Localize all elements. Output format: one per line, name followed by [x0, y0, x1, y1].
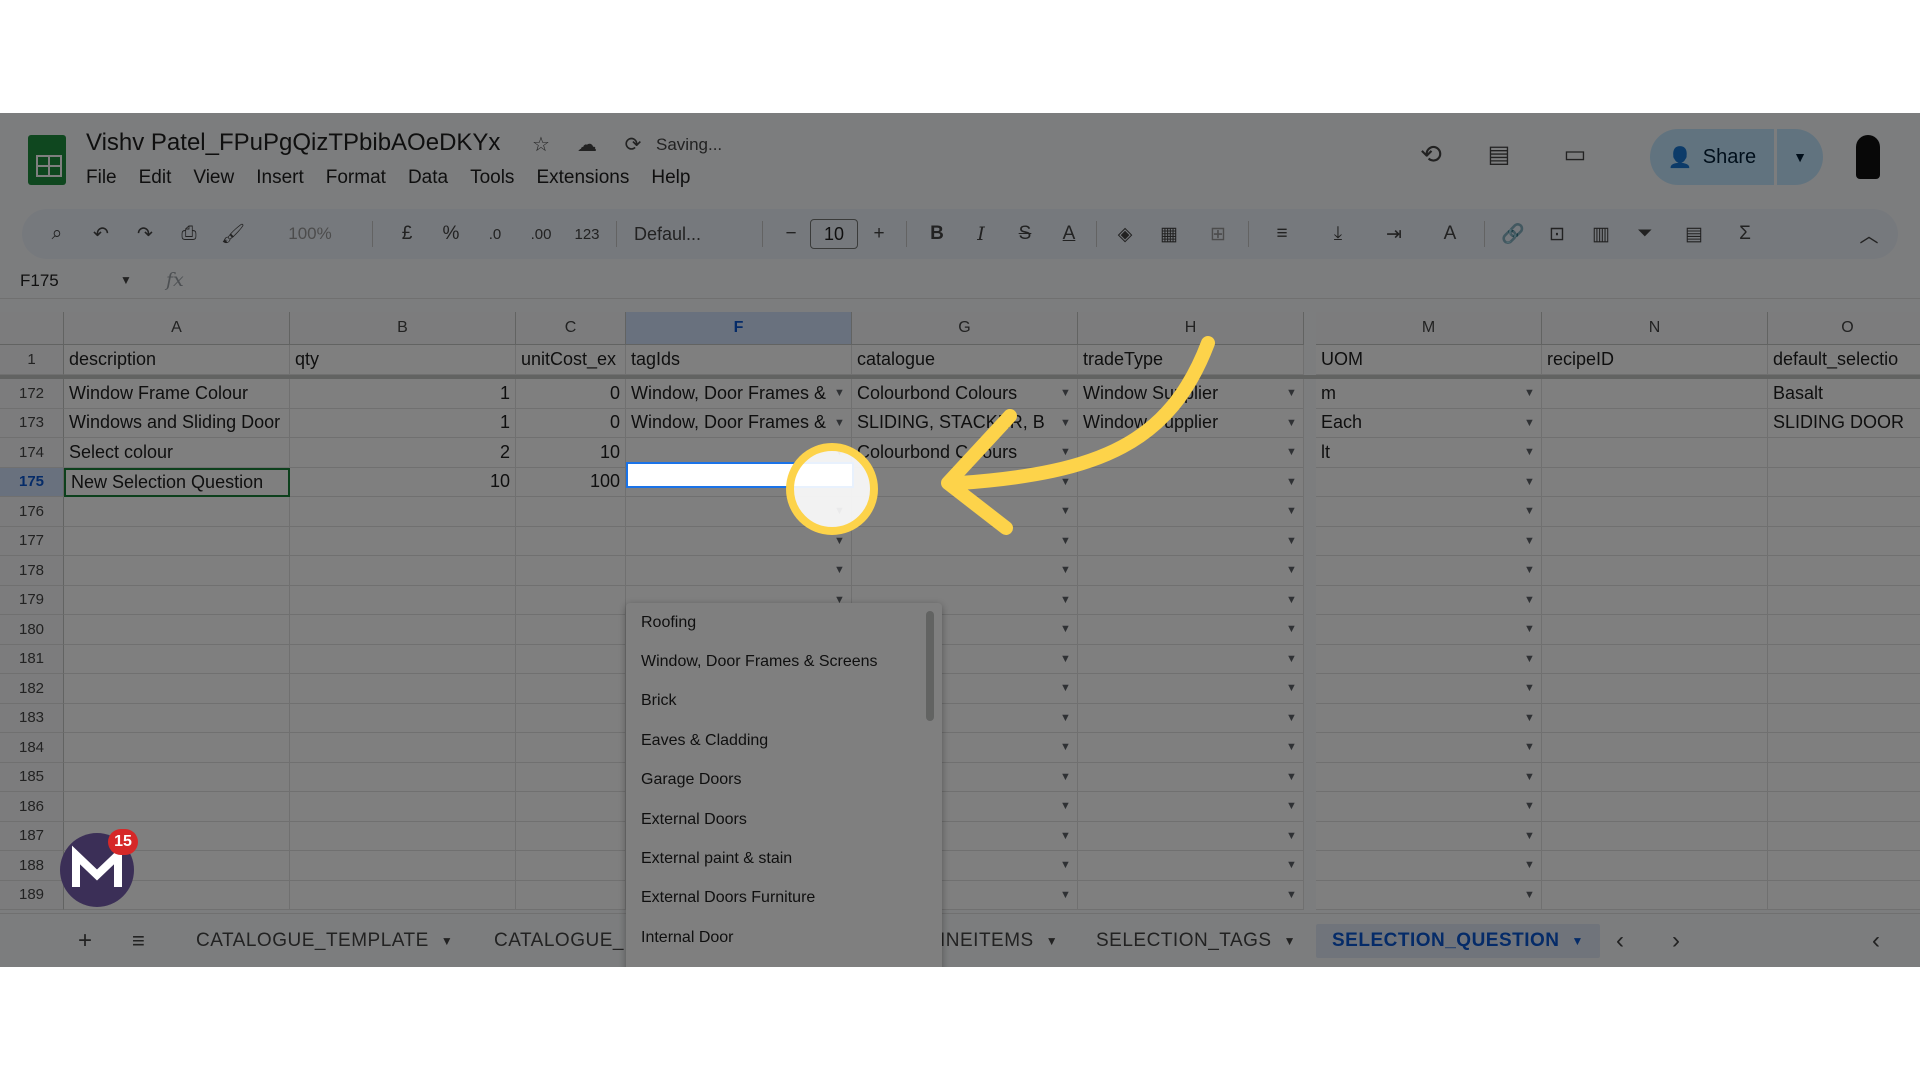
notification-count: 15: [108, 829, 138, 855]
sheets-window: Vishv Patel_FPuPgQizTPbibAOeDKYx ☆ ☁ ⟳ S…: [0, 113, 1920, 967]
annotation-arrow-icon: [941, 336, 1215, 535]
